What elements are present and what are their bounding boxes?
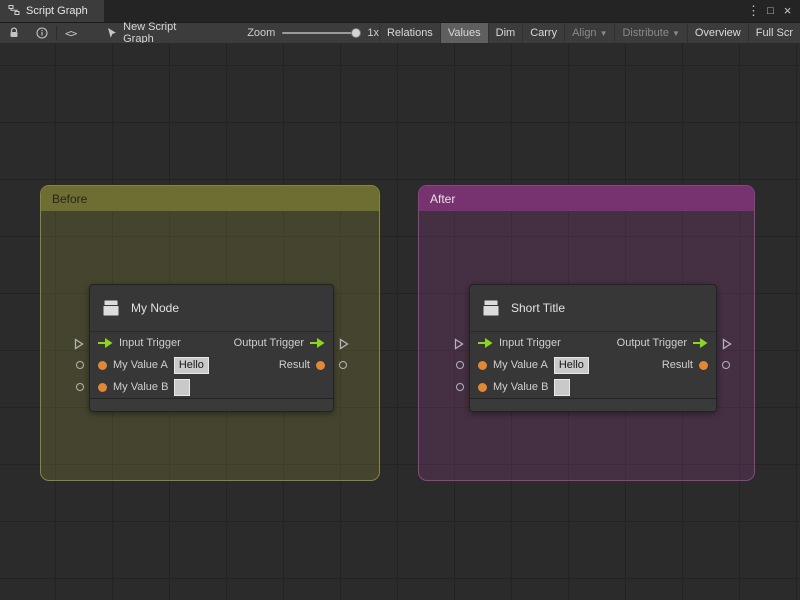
graph-toolbar: <> New Script Graph Zoom 1x Relations Va… bbox=[0, 21, 800, 45]
toolbar-button-overview[interactable]: Overview bbox=[686, 23, 748, 43]
lock-button[interactable] bbox=[0, 23, 28, 43]
value-a-input[interactable]: Hello bbox=[173, 356, 209, 374]
port-row: My Value B bbox=[90, 376, 333, 398]
value-b-port[interactable] bbox=[76, 383, 84, 391]
graph-icon bbox=[8, 4, 20, 19]
output-trigger-port[interactable] bbox=[722, 337, 732, 355]
value-a-input[interactable]: Hello bbox=[553, 356, 589, 374]
value-a-port[interactable] bbox=[76, 361, 84, 369]
tab-label: Script Graph bbox=[26, 5, 88, 17]
value-port-icon bbox=[98, 360, 107, 370]
port-label: My Value B bbox=[493, 381, 549, 393]
toolbar-buttons: Relations Values Dim Carry Align ▼ Distr… bbox=[378, 23, 800, 43]
value-port-icon bbox=[98, 382, 107, 392]
graph-canvas[interactable]: Before My Node Input Trigger Output Trig… bbox=[0, 43, 800, 600]
port-label: Output Trigger bbox=[233, 337, 304, 349]
value-port-icon bbox=[478, 382, 487, 392]
overflow-menu-icon[interactable]: ⋮ bbox=[745, 0, 762, 22]
unit-icon bbox=[480, 297, 502, 319]
value-b-port[interactable] bbox=[456, 383, 464, 391]
port-row: My Value B bbox=[470, 376, 716, 398]
port-label: Input Trigger bbox=[499, 337, 561, 349]
toolbar-button-carry[interactable]: Carry bbox=[522, 23, 564, 43]
group-header[interactable]: Before bbox=[41, 186, 379, 211]
result-port[interactable] bbox=[722, 361, 730, 369]
new-graph-icon bbox=[108, 28, 117, 38]
port-row: Input Trigger Output Trigger bbox=[470, 332, 716, 354]
group-after[interactable]: After Short Title Input Trigger Output T… bbox=[418, 185, 755, 481]
input-trigger-port[interactable] bbox=[74, 337, 84, 355]
toolbar-button-distribute[interactable]: Distribute ▼ bbox=[614, 23, 686, 43]
node-my-node[interactable]: My Node Input Trigger Output Trigger My … bbox=[74, 284, 349, 412]
info-icon bbox=[36, 27, 48, 39]
toolbar-button-fullscreen[interactable]: Full Scr bbox=[747, 23, 800, 43]
value-port-icon bbox=[699, 360, 708, 370]
value-b-input[interactable] bbox=[174, 378, 191, 396]
port-row: My Value A Hello Result bbox=[90, 354, 333, 376]
node-title: My Node bbox=[131, 301, 180, 315]
chevron-down-icon: ▼ bbox=[671, 28, 680, 38]
node-title: Short Title bbox=[511, 301, 566, 315]
chevron-down-icon: ▼ bbox=[599, 28, 608, 38]
zoom-slider-track bbox=[282, 32, 361, 34]
code-icon: <> bbox=[64, 26, 77, 40]
zoom-slider[interactable] bbox=[282, 28, 362, 38]
flow-arrow-icon bbox=[310, 338, 325, 348]
port-label: Result bbox=[278, 359, 310, 371]
value-port-icon bbox=[316, 360, 325, 370]
tab-script-graph[interactable]: Script Graph bbox=[0, 0, 104, 22]
node-footer bbox=[470, 398, 716, 411]
value-a-port[interactable] bbox=[456, 361, 464, 369]
node-header[interactable]: My Node bbox=[90, 285, 333, 332]
port-label: Input Trigger bbox=[119, 337, 181, 349]
zoom-label: Zoom bbox=[247, 27, 276, 39]
group-header[interactable]: After bbox=[419, 186, 754, 211]
toolbar-button-align[interactable]: Align ▼ bbox=[564, 23, 614, 43]
port-label: My Value B bbox=[113, 381, 169, 393]
flow-arrow-icon bbox=[98, 338, 113, 348]
value-b-input[interactable] bbox=[554, 378, 571, 396]
group-title: After bbox=[430, 191, 456, 206]
toolbar-button-dim[interactable]: Dim bbox=[487, 23, 523, 43]
toolbar-button-values[interactable]: Values bbox=[439, 23, 488, 43]
edit-source-button[interactable]: <> bbox=[57, 23, 84, 43]
zoom-control: Zoom 1x bbox=[247, 27, 379, 39]
zoom-value: 1x bbox=[367, 27, 379, 39]
lock-icon bbox=[10, 27, 18, 37]
graph-picker[interactable]: New Script Graph bbox=[106, 21, 209, 45]
node-short-title[interactable]: Short Title Input Trigger Output Trigger bbox=[454, 284, 732, 412]
graph-picker-label: New Script Graph bbox=[123, 21, 177, 45]
result-port[interactable] bbox=[339, 361, 347, 369]
node-header[interactable]: Short Title bbox=[470, 285, 716, 332]
port-row: Input Trigger Output Trigger bbox=[90, 332, 333, 354]
value-port-icon bbox=[478, 360, 487, 370]
script-graph-window: Script Graph ⋮ □ × <> New Script Graph Z… bbox=[0, 0, 800, 600]
port-label: My Value A bbox=[113, 359, 168, 371]
port-label: My Value A bbox=[493, 359, 548, 371]
port-label: Result bbox=[661, 359, 693, 371]
group-title: Before bbox=[52, 191, 88, 206]
node-footer bbox=[90, 398, 333, 411]
maximize-icon[interactable]: □ bbox=[762, 0, 779, 22]
input-trigger-port[interactable] bbox=[454, 337, 464, 355]
flow-arrow-icon bbox=[693, 338, 708, 348]
output-trigger-port[interactable] bbox=[339, 337, 349, 355]
flow-arrow-icon bbox=[478, 338, 493, 348]
port-row: My Value A Hello Result bbox=[470, 354, 716, 376]
toolbar-button-relations[interactable]: Relations bbox=[378, 23, 440, 43]
port-label: Output Trigger bbox=[616, 337, 687, 349]
window-controls: ⋮ □ × bbox=[745, 0, 800, 22]
unit-icon bbox=[100, 297, 122, 319]
close-icon[interactable]: × bbox=[779, 0, 796, 22]
tab-bar: Script Graph ⋮ □ × bbox=[0, 0, 800, 22]
group-before[interactable]: Before My Node Input Trigger Output Trig… bbox=[40, 185, 380, 481]
info-button[interactable] bbox=[28, 23, 56, 43]
zoom-slider-handle[interactable] bbox=[351, 28, 362, 38]
